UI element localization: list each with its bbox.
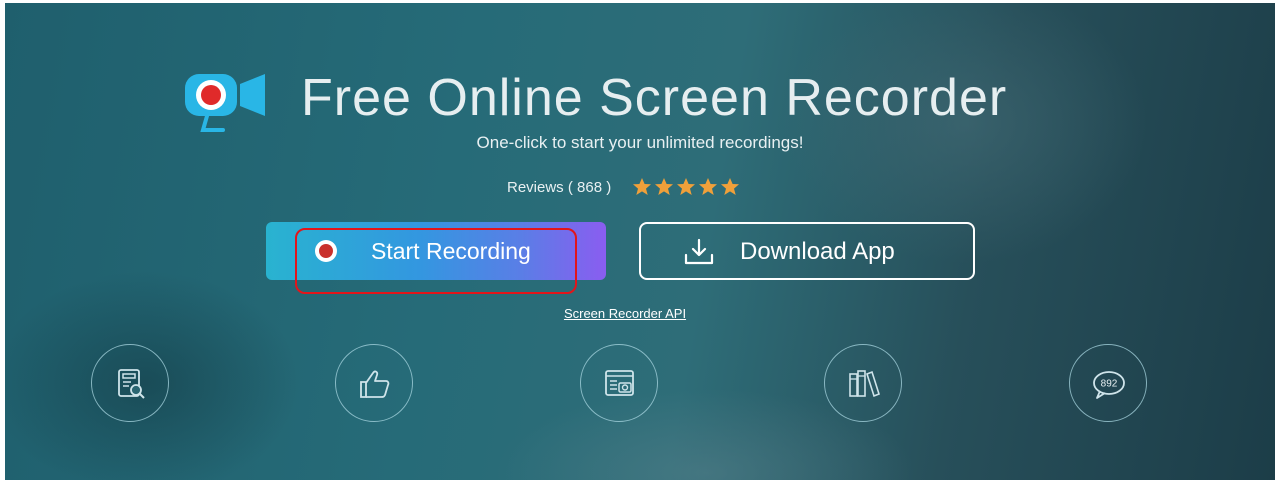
star-icon	[633, 178, 651, 195]
feature-report[interactable]	[91, 344, 169, 422]
page-title: Free Online Screen Recorder	[301, 69, 1008, 127]
feature-thumbs-up[interactable]	[335, 344, 413, 422]
page-subtitle: One-click to start your unlimited record…	[476, 133, 804, 152]
feature-comments[interactable]: 892	[1069, 344, 1147, 422]
feature-screenshot[interactable]	[580, 344, 658, 422]
highlight-outline	[295, 228, 577, 294]
star-icon	[655, 178, 673, 195]
books-icon	[849, 370, 880, 398]
download-icon	[684, 238, 714, 265]
hero-banner: Free Online Screen Recorder One-click to…	[5, 3, 1275, 480]
thumbs-up-icon	[360, 370, 390, 398]
screen-recorder-api-link[interactable]: Screen Recorder API	[5, 306, 1245, 321]
comment-count: 892	[1101, 379, 1118, 390]
star-icon	[721, 178, 739, 195]
star-icon	[677, 178, 695, 195]
screen-recorder-logo-icon	[185, 74, 265, 132]
report-search-icon	[118, 369, 145, 399]
star-icon	[699, 178, 717, 195]
download-app-label: Download App	[740, 238, 895, 265]
download-app-button[interactable]: Download App	[639, 222, 975, 280]
screenshot-icon	[605, 370, 634, 396]
feature-library[interactable]	[824, 344, 902, 422]
rating-stars	[632, 177, 740, 197]
reviews-count[interactable]: Reviews ( 868 )	[507, 179, 611, 196]
comment-count-icon: 892	[1093, 371, 1125, 399]
